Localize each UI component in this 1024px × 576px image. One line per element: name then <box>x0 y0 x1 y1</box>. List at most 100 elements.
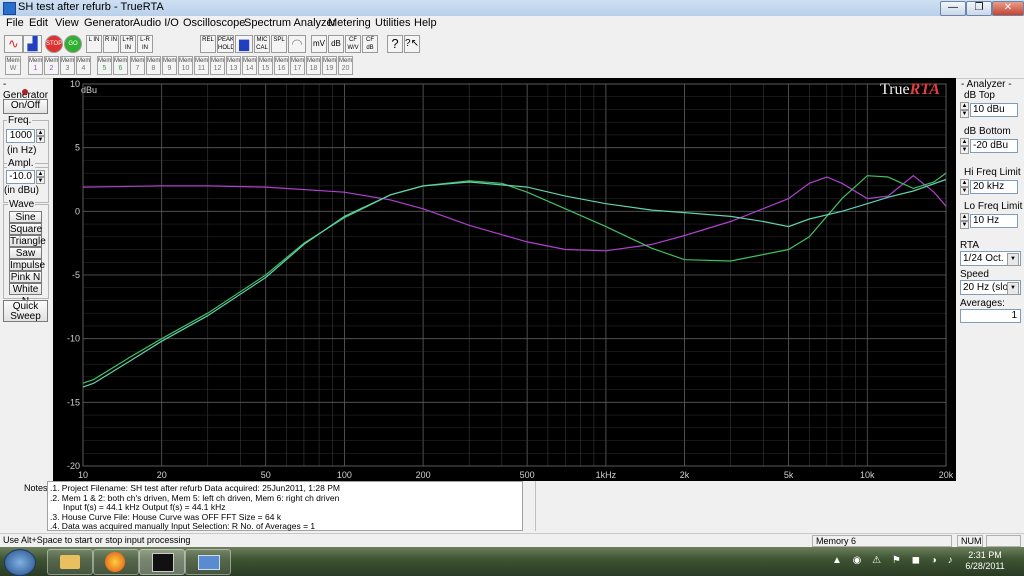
go-button[interactable]: GO <box>64 35 82 53</box>
resolution-select[interactable]: 1/24 Oct. ▼ <box>960 251 1021 266</box>
firefox-icon[interactable] <box>93 549 139 575</box>
lo-freq-up-arrow-icon[interactable]: ▲ <box>960 213 969 221</box>
wave-square-button[interactable]: Square <box>9 223 42 235</box>
mem-19-button[interactable]: Mem 19 <box>322 56 337 75</box>
menu-view[interactable]: View <box>55 17 79 29</box>
menu-oscilloscope[interactable]: Oscilloscope <box>183 17 245 29</box>
mic-cal-button[interactable]: MIC CAL <box>254 35 270 53</box>
maximize-button[interactable]: ❐ <box>966 1 992 16</box>
spectrum-plot[interactable]: 10 20 50 100 200 500 1kHz 2k 5k 10k 20k 10 5 0 -5 -10 -1… <box>53 78 956 481</box>
sine-wave-icon[interactable]: ∿ <box>4 35 23 53</box>
l-minus-r-in-button[interactable]: L-R IN <box>137 35 153 53</box>
help-icon[interactable]: ? <box>387 35 403 53</box>
db-top-input[interactable]: 10 dBu <box>970 103 1018 117</box>
rel-button[interactable]: REL <box>200 35 216 53</box>
mem-1-button[interactable]: Mem 1 <box>28 56 43 75</box>
quick-sweep-button[interactable]: Quick Sweep <box>3 300 48 322</box>
ampl-input[interactable]: -10.0 <box>6 170 35 184</box>
minimize-button[interactable]: — <box>940 1 966 16</box>
mem-3-button[interactable]: Mem 3 <box>60 56 75 75</box>
db-bottom-up-arrow-icon[interactable]: ▲ <box>960 138 969 146</box>
mem-10-button[interactable]: Mem 10 <box>178 56 193 75</box>
chevron-down-icon[interactable]: ▼ <box>1007 253 1019 266</box>
x-tick-label: 200 <box>416 470 431 480</box>
chevron-down-icon[interactable]: ▼ <box>1007 282 1019 295</box>
ampl-up-arrow-icon[interactable]: ▲ <box>36 170 45 177</box>
ampl-down-arrow-icon[interactable]: ▼ <box>36 177 45 184</box>
clock[interactable]: 2:31 PM 6/28/2011 <box>960 550 1010 572</box>
left-in-button[interactable]: L IN <box>86 35 102 53</box>
freq-down-arrow-icon[interactable]: ▼ <box>36 136 45 143</box>
close-button[interactable]: ✕ <box>992 1 1024 16</box>
menu-edit[interactable]: Edit <box>29 17 48 29</box>
cf-db-button[interactable]: CF dB <box>362 35 378 53</box>
menu-file[interactable]: File <box>6 17 24 29</box>
db-bottom-input[interactable]: -20 dBu <box>970 139 1018 153</box>
start-button-icon[interactable] <box>4 549 36 576</box>
db-top-up-arrow-icon[interactable]: ▲ <box>960 102 969 110</box>
mem-w-button[interactable]: Mem W <box>5 56 21 75</box>
spectrum-icon[interactable]: ▟ <box>23 35 42 53</box>
stop-button[interactable]: STOP <box>45 35 63 53</box>
mv-button[interactable]: mV <box>311 35 327 53</box>
mem-6-button[interactable]: Mem 6 <box>113 56 128 75</box>
averages-input[interactable]: 1 <box>960 309 1021 323</box>
x-tick-label: 10 <box>78 470 88 480</box>
lo-freq-down-arrow-icon[interactable]: ▼ <box>960 221 969 229</box>
notes-box[interactable]: .1. Project Filename: SH test after refu… <box>47 481 523 531</box>
truerta-taskbar-icon[interactable] <box>139 549 185 575</box>
menu-help[interactable]: Help <box>414 17 437 29</box>
mem-12-button[interactable]: Mem 12 <box>210 56 225 75</box>
bar-graph-icon[interactable]: ▆ <box>235 35 253 53</box>
spl-button[interactable]: SPL <box>271 35 287 53</box>
peak-hold-button[interactable]: PEAK HOLD <box>217 35 234 53</box>
hi-freq-input[interactable]: 20 kHz <box>970 180 1018 194</box>
generator-onoff-button[interactable]: On/Off <box>3 99 48 114</box>
wave-pink-noise-button[interactable]: Pink N <box>9 271 42 283</box>
mem-11-button[interactable]: Mem 11 <box>194 56 209 75</box>
wave-sine-button[interactable]: Sine <box>9 211 42 223</box>
right-in-button[interactable]: R IN <box>103 35 119 53</box>
menu-utilities[interactable]: Utilities <box>375 17 410 29</box>
hi-freq-down-arrow-icon[interactable]: ▼ <box>960 187 969 195</box>
mem-16-button[interactable]: Mem 16 <box>274 56 289 75</box>
cf-wv-button[interactable]: CF W/V <box>345 35 361 53</box>
folder-icon[interactable] <box>47 549 93 575</box>
wave-saw-button[interactable]: Saw <box>9 247 42 259</box>
hi-freq-up-arrow-icon[interactable]: ▲ <box>960 179 969 187</box>
menu-spectrum-analyzer[interactable]: Spectrum Analyzer <box>244 17 336 29</box>
mem-4-button[interactable]: Mem 4 <box>76 56 91 75</box>
system-tray-icons[interactable]: ▲ ◉ ⚠ ⚑ ◼ ◑ ♪ <box>832 555 957 566</box>
menu-metering[interactable]: Metering <box>328 17 371 29</box>
lo-freq-input[interactable]: 10 Hz <box>970 214 1018 228</box>
speed-select[interactable]: 20 Hz (slow) ▼ <box>960 280 1021 295</box>
mem-9-button[interactable]: Mem 9 <box>162 56 177 75</box>
mem-17-button[interactable]: Mem 17 <box>290 56 305 75</box>
wave-triangle-button[interactable]: Triangle <box>9 235 46 247</box>
logo-rta: RTA <box>909 81 940 98</box>
mem-13-button[interactable]: Mem 13 <box>226 56 241 75</box>
mem-18-button[interactable]: Mem 18 <box>306 56 321 75</box>
db-bottom-down-arrow-icon[interactable]: ▼ <box>960 146 969 154</box>
mem-7-button[interactable]: Mem 7 <box>130 56 145 75</box>
window-switcher-icon[interactable] <box>185 549 231 575</box>
db-button[interactable]: dB <box>328 35 344 53</box>
mem-2-button[interactable]: Mem 2 <box>44 56 59 75</box>
wave-white-noise-button[interactable]: White N <box>9 283 42 307</box>
context-help-icon[interactable]: ?↖ <box>404 35 420 53</box>
menu-audio-io[interactable]: Audio I/O <box>133 17 179 29</box>
mem-14-button[interactable]: Mem 14 <box>242 56 257 75</box>
db-top-label: dB Top <box>964 90 995 101</box>
mem-20-button[interactable]: Mem 20 <box>338 56 353 75</box>
wave-impulse-button[interactable]: Impulse <box>9 259 45 271</box>
db-top-down-arrow-icon[interactable]: ▼ <box>960 110 969 118</box>
freq-up-arrow-icon[interactable]: ▲ <box>36 129 45 136</box>
menu-generator[interactable]: Generator <box>84 17 134 29</box>
mem-15-button[interactable]: Mem 15 <box>258 56 273 75</box>
freq-input[interactable]: 1000 <box>6 129 35 143</box>
mem-5-button[interactable]: Mem 5 <box>97 56 112 75</box>
status-bar: Use Alt+Space to start or stop input pro… <box>0 533 1024 548</box>
l-plus-r-in-button[interactable]: L+R IN <box>120 35 136 53</box>
mem-8-button[interactable]: Mem 8 <box>146 56 161 75</box>
curve-icon[interactable]: ◠ <box>288 35 306 53</box>
